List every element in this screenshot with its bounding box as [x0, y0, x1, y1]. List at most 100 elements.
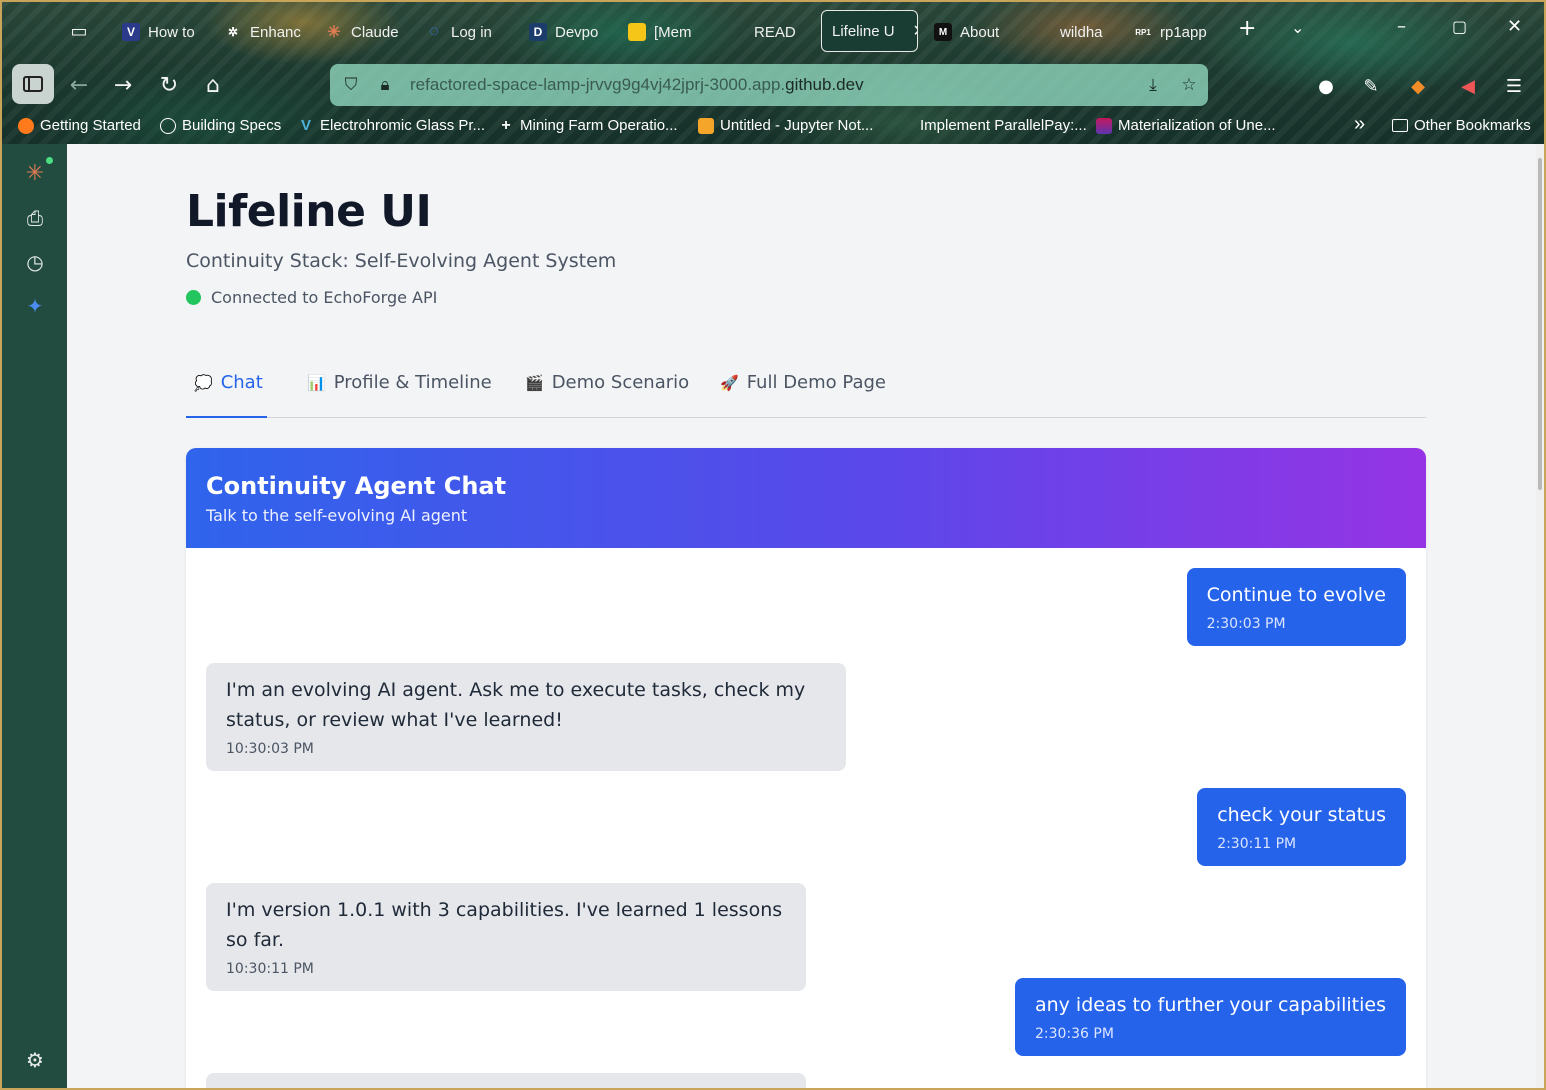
plus-icon: +	[501, 116, 511, 134]
bookmark-item[interactable]: Building Specs	[160, 117, 281, 134]
browser-tab[interactable]: ◌ Log in	[425, 12, 505, 52]
browser-chrome: ▭ V How to ✲ Enhanc ✳ Claude ◌ Log in D …	[2, 2, 1544, 144]
browser-tab[interactable]: ✳ Claude	[325, 12, 405, 52]
bookmark-item[interactable]: Getting Started	[18, 117, 141, 134]
status-text: Connected to EchoForge API	[211, 288, 438, 307]
browser-tab-active[interactable]: Lifeline U ✕	[821, 10, 918, 52]
ai-sparkle-icon[interactable]: ✦	[22, 293, 48, 319]
reload-icon[interactable]: ↻	[154, 70, 184, 100]
browser-tab[interactable]: wildha	[1034, 12, 1110, 52]
message-text: I'm version 1.0.1 with 3 capabilities. I…	[226, 899, 783, 951]
tab-label: Full Demo Page	[746, 372, 886, 393]
minimize-icon[interactable]: –	[1397, 16, 1406, 37]
bookmark-item[interactable]: Implement ParallelPay:...	[920, 117, 1087, 134]
tab-favicon-icon: V	[122, 23, 140, 41]
chat-message-user: check your status 2:30:11 PM	[1197, 788, 1406, 866]
tab-list-chevron-icon[interactable]: ⌄	[1291, 18, 1304, 37]
chat-message-agent: I'm an evolving AI agent. Ask me to exec…	[206, 663, 846, 771]
more-bookmarks-icon[interactable]: »	[1354, 113, 1365, 136]
browser-tab[interactable]: M About	[934, 12, 1016, 52]
bookmark-item[interactable]: + Mining Farm Operatio...	[498, 116, 677, 135]
bookmark-item[interactable]: V Electrohromic Glass Pr...	[298, 117, 485, 134]
chat-panel: Continuity Agent Chat Talk to the self-e…	[186, 448, 1426, 1088]
address-bar[interactable]: ⛉ 🔒︎ refactored-space-lamp-jrvvg9g4vj42j…	[330, 64, 1208, 106]
message-text: any ideas to further your capabilities	[1034, 994, 1386, 1016]
close-window-icon[interactable]: ✕	[1507, 16, 1522, 37]
bookmark-item[interactable]: Materialization of Une...	[1096, 117, 1276, 134]
shield-icon[interactable]: ⛉	[340, 74, 362, 96]
chat-message-agent: I'm version 1.0.1 with 3 capabilities. I…	[206, 883, 806, 991]
scrollbar[interactable]	[1536, 144, 1544, 1088]
other-bookmarks-label: Other Bookmarks	[1414, 117, 1531, 134]
extension-megaphone-icon[interactable]: ◀	[1454, 72, 1482, 100]
claude-icon: ✳	[327, 24, 341, 41]
lock-icon[interactable]: 🔒︎	[374, 74, 396, 96]
browser-tab-label: READ	[754, 23, 796, 41]
browser-tab-label: Claude	[351, 23, 399, 41]
message-text: check your status	[1217, 804, 1386, 826]
browser-tab-label: How to	[148, 23, 195, 41]
bookmark-label: Building Specs	[182, 117, 282, 134]
image-icon	[1096, 117, 1112, 134]
globe-icon	[160, 117, 176, 134]
tab-chat[interactable]: 💭 Chat	[186, 372, 267, 418]
maximize-icon[interactable]: ▢	[1452, 17, 1467, 36]
scrollbar-thumb[interactable]	[1538, 158, 1542, 490]
menu-icon[interactable]: ☰	[1500, 72, 1528, 100]
back-icon[interactable]: ←	[64, 70, 94, 100]
tab-full-demo-page[interactable]: 🚀 Full Demo Page	[720, 372, 886, 418]
browser-tab-label: Log in	[451, 23, 492, 41]
browser-tab[interactable]: V How to	[122, 12, 202, 52]
bookmark-label: Electrohromic Glass Pr...	[320, 117, 486, 134]
metamask-icon[interactable]: ◆	[1404, 72, 1432, 100]
url-domain: github.dev	[785, 75, 864, 94]
url-text[interactable]: refactored-space-lamp-jrvvg9g4vj42jprj-3…	[410, 75, 864, 95]
browser-tab[interactable]: D Devpo	[529, 12, 601, 52]
chat-message-user: Continue to evolve 2:30:03 PM	[1186, 568, 1406, 646]
page-viewport: Lifeline UI Continuity Stack: Self-Evolv…	[67, 144, 1544, 1088]
tab-profile-timeline[interactable]: 📊 Profile & Timeline	[307, 372, 492, 418]
tab-label: Profile & Timeline	[333, 372, 492, 393]
gear-icon[interactable]: ⚙	[22, 1047, 48, 1073]
tab-bar: 💭 Chat 📊 Profile & Timeline 🎬 Demo Scena…	[186, 360, 1426, 418]
tab-label: Chat	[220, 372, 263, 393]
sidebar-toggle-button[interactable]	[12, 64, 54, 104]
claude-icon[interactable]: ✳	[22, 160, 48, 186]
home-icon[interactable]: ⌂	[198, 70, 228, 100]
bookmark-star-icon[interactable]: ☆	[1178, 74, 1200, 96]
history-icon[interactable]: ◷	[22, 249, 48, 275]
tab-favicon-icon: M	[934, 23, 952, 41]
chat-subtitle: Talk to the self-evolving AI agent	[206, 506, 468, 525]
message-text: I'm an evolving AI agent. Ask me to exec…	[226, 679, 806, 731]
forward-icon[interactable]: →	[108, 70, 138, 100]
browser-tab[interactable]: READ	[728, 12, 800, 52]
browser-tab-label: Devpo	[555, 23, 599, 41]
sync-tabs-icon[interactable]: ⎙	[22, 205, 48, 231]
new-tab-icon[interactable]: +	[1238, 16, 1256, 41]
extensions-icon[interactable]: ✎	[1357, 72, 1385, 100]
sidebar-icon	[23, 76, 43, 92]
chat-message-user: any ideas to further your capabilities 2…	[1014, 978, 1406, 1056]
browser-tab[interactable]: RP1 rp1app	[1134, 12, 1214, 52]
bookmark-item[interactable]: Untitled - Jupyter Not...	[698, 117, 873, 134]
account-icon[interactable]: ●	[1312, 72, 1340, 100]
chat-header: Continuity Agent Chat Talk to the self-e…	[186, 448, 1426, 548]
message-time: 2:30:03 PM	[1206, 616, 1286, 632]
close-tab-icon[interactable]: ✕	[913, 21, 917, 41]
browser-tab[interactable]: ✲ Enhanc	[224, 12, 304, 52]
page-title: Lifeline UI	[186, 186, 432, 237]
browser-window: ▭ V How to ✲ Enhanc ✳ Claude ◌ Log in D …	[2, 2, 1544, 1088]
browser-tab[interactable]: ▬ [Mem	[628, 12, 700, 52]
download-icon[interactable]: ⤓	[1142, 74, 1164, 96]
browser-sidebar: ✳ ⎙ ◷ ✦ ⚙	[2, 144, 67, 1088]
page-subtitle: Continuity Stack: Self-Evolving Agent Sy…	[186, 250, 617, 272]
login-icon: ◌	[429, 23, 439, 40]
bookmark-label: Getting Started	[40, 117, 141, 134]
bookmarks-bar: Getting Started Building Specs V Electro…	[2, 113, 1544, 142]
notebook-icon	[698, 117, 714, 134]
tab-overview-icon[interactable]: ▭	[64, 16, 94, 46]
chat-title: Continuity Agent Chat	[206, 472, 507, 500]
other-bookmarks[interactable]: Other Bookmarks	[1392, 117, 1531, 134]
folder-icon	[1392, 119, 1408, 132]
tab-demo-scenario[interactable]: 🎬 Demo Scenario	[525, 372, 689, 418]
